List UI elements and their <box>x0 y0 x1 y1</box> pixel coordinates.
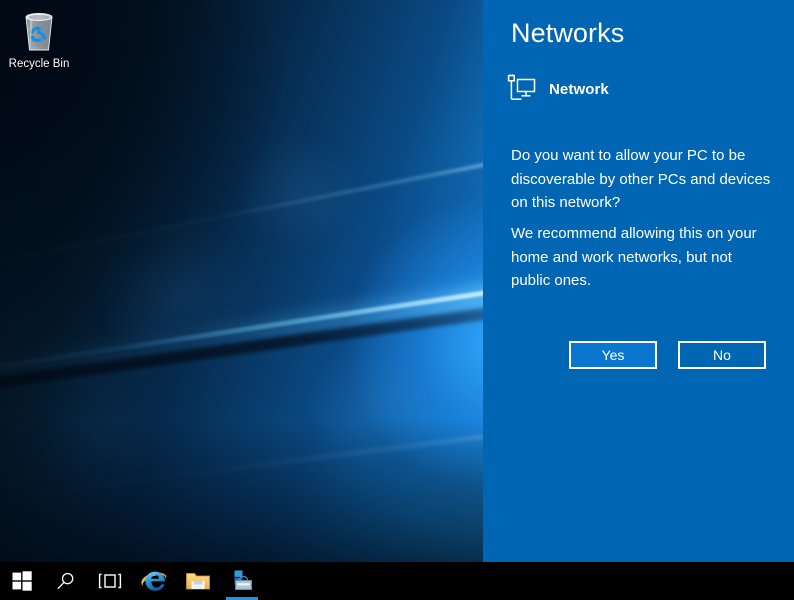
task-view-button[interactable] <box>88 562 132 600</box>
flyout-button-row: Yes No <box>511 341 766 369</box>
taskbar <box>0 562 794 600</box>
discoverability-question-text: Do you want to allow your PC to be disco… <box>511 147 771 211</box>
internet-explorer-icon <box>141 571 167 591</box>
file-explorer-button[interactable] <box>176 562 220 600</box>
no-button[interactable]: No <box>678 341 766 369</box>
recommendation-text: We recommend allowing this on your home … <box>511 225 757 289</box>
desktop-icon-recycle-bin[interactable]: Recycle Bin <box>6 8 72 71</box>
search-icon <box>57 572 74 590</box>
windows-store-icon <box>234 570 252 590</box>
wallpaper-bottom-shadow <box>0 420 483 562</box>
network-monitor-icon <box>507 74 536 100</box>
network-list-item-label: Network <box>549 80 609 98</box>
task-view-icon <box>98 573 122 589</box>
network-list-item[interactable]: Network <box>505 74 609 104</box>
internet-explorer-button[interactable] <box>132 562 176 600</box>
networks-flyout-panel: Networks Network Do you want to allow yo… <box>483 0 794 600</box>
flyout-title: Networks <box>511 18 625 48</box>
store-button[interactable] <box>220 562 264 600</box>
windows-desktop-screen: Recycle Bin Networks Network Do you want… <box>0 0 794 600</box>
desktop-wallpaper[interactable]: Recycle Bin <box>0 0 483 562</box>
windows-start-icon <box>12 571 32 591</box>
search-button[interactable] <box>44 562 88 600</box>
yes-button[interactable]: Yes <box>569 341 657 369</box>
file-explorer-icon <box>186 573 210 590</box>
desktop-icon-label: Recycle Bin <box>8 58 70 70</box>
start-button[interactable] <box>0 562 44 600</box>
recycle-bin-icon <box>25 13 53 51</box>
